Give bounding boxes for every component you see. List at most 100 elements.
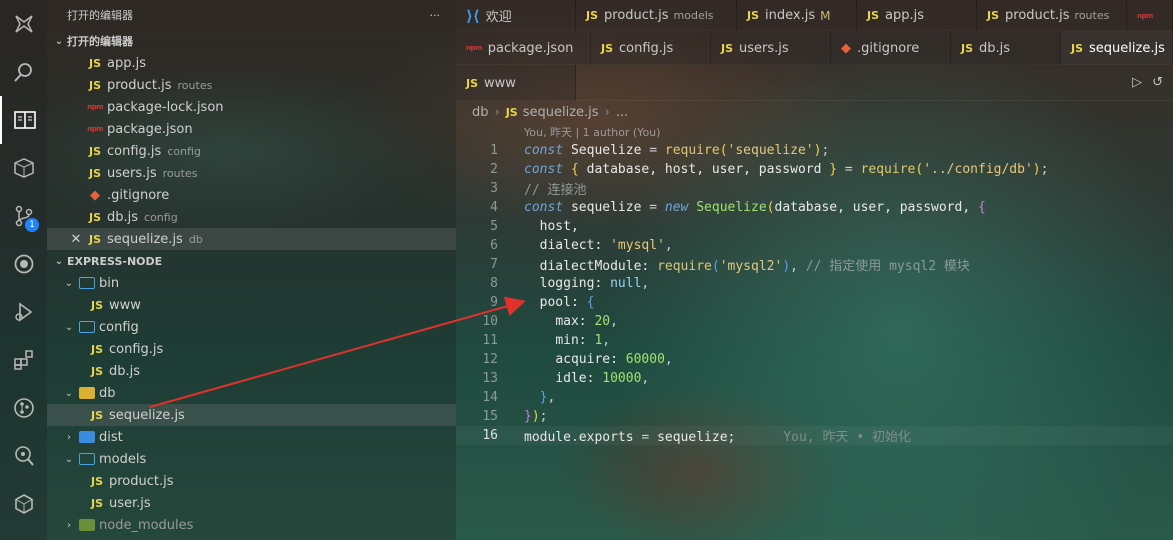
- tree-file-config-js[interactable]: JS config.js: [47, 338, 456, 360]
- keyword: const: [524, 143, 564, 158]
- js-file-icon: JS: [90, 342, 103, 356]
- tab-gitignore[interactable]: ◆ .gitignore: [831, 31, 951, 65]
- open-editors-header[interactable]: ⌄ 打开的编辑器: [47, 30, 456, 52]
- code-editor[interactable]: 1 const Sequelize = require('sequelize');…: [456, 141, 1173, 445]
- js-file-icon: JS: [90, 298, 103, 312]
- tab-config[interactable]: JS config.js: [591, 31, 711, 65]
- code-line: 14 },: [456, 388, 1173, 407]
- js-file-icon: JS: [88, 210, 101, 224]
- tab-www[interactable]: JS www: [456, 65, 576, 101]
- run-debug-icon[interactable]: [0, 288, 47, 336]
- source-control-icon[interactable]: 1: [0, 192, 47, 240]
- js-file-icon: JS: [721, 41, 734, 55]
- tab-label: app.js: [885, 8, 925, 23]
- js-file-icon: JS: [987, 9, 1000, 22]
- search-replace-icon[interactable]: [0, 432, 47, 480]
- open-editor-item[interactable]: npm package-lock.json: [47, 96, 456, 118]
- package-icon[interactable]: [0, 144, 47, 192]
- codelens-blame[interactable]: You, 昨天 | 1 author (You): [456, 123, 1173, 141]
- history-icon[interactable]: ↺: [1152, 75, 1163, 90]
- tree-file-www[interactable]: JS www: [47, 294, 456, 316]
- tab-label: package.json: [487, 40, 574, 56]
- chevron-down-icon: ⌄: [64, 321, 74, 333]
- run-icon[interactable]: ▷: [1132, 75, 1142, 90]
- open-editor-item[interactable]: ◆ .gitignore: [47, 184, 456, 206]
- open-editor-item[interactable]: JS users.js routes: [47, 162, 456, 184]
- tree-label: db.js: [109, 363, 141, 379]
- tab-desc: routes: [1074, 9, 1110, 22]
- string: 'sequelize': [727, 143, 814, 158]
- open-editor-desc: routes: [177, 78, 213, 92]
- tab-welcome[interactable]: ⟩⟨ 欢迎: [456, 0, 576, 31]
- open-editor-desc: config: [167, 144, 201, 158]
- tree-folder-node-modules[interactable]: › node_modules: [47, 514, 456, 536]
- tab-label: www: [484, 75, 516, 91]
- tab-users[interactable]: JS users.js: [711, 31, 831, 65]
- breadcrumb-file[interactable]: sequelize.js: [523, 105, 599, 120]
- tab-index[interactable]: JS index.js M: [737, 0, 857, 31]
- breadcrumb-folder[interactable]: db: [472, 105, 489, 120]
- tree-label: product.js: [109, 473, 174, 489]
- line-number: 3: [490, 181, 498, 196]
- open-editor-label: package-lock.json: [107, 99, 224, 115]
- activity-bar: 1: [0, 0, 47, 540]
- open-editor-item[interactable]: npm package.json: [47, 118, 456, 140]
- tab-product-models[interactable]: JS product.js models: [576, 0, 737, 31]
- open-editors-title: 打开的编辑器: [67, 35, 133, 48]
- code-line-current: 16 module.exports = sequelize; You, 昨天 • 初…: [456, 426, 1173, 445]
- literal: null: [610, 276, 642, 291]
- open-editor-desc: db: [188, 232, 203, 246]
- more-actions-button[interactable]: ···: [430, 9, 441, 22]
- remote-icon[interactable]: [0, 240, 47, 288]
- tab-product-routes[interactable]: JS product.js routes: [977, 0, 1127, 31]
- open-editor-item[interactable]: JS config.js config: [47, 140, 456, 162]
- tree-folder-bin[interactable]: ⌄ bin: [47, 272, 456, 294]
- open-editor-item[interactable]: JS product.js routes: [47, 74, 456, 96]
- project-header[interactable]: ⌄ EXPRESS-NODE: [47, 250, 456, 272]
- js-file-icon: JS: [867, 9, 880, 22]
- git-graph-icon[interactable]: [0, 384, 47, 432]
- close-icon[interactable]: ✕: [67, 232, 85, 247]
- tab-package-json[interactable]: npm package.json: [456, 31, 591, 65]
- comment: // 指定使用 mysql2 模块: [805, 259, 970, 274]
- tree-file-product-js[interactable]: JS product.js: [47, 470, 456, 492]
- breadcrumb-symbol[interactable]: ...: [616, 105, 628, 120]
- tab-db[interactable]: JS db.js: [951, 31, 1061, 65]
- extensions-icon[interactable]: [0, 336, 47, 384]
- tree-file-db-js[interactable]: JS db.js: [47, 360, 456, 382]
- open-editor-item[interactable]: JS db.js config: [47, 206, 456, 228]
- line-number: 9: [490, 295, 498, 310]
- tree-folder-db[interactable]: ⌄ db: [47, 382, 456, 404]
- tab-overflow[interactable]: npm: [1127, 0, 1173, 31]
- open-editor-label: config.js: [107, 143, 162, 159]
- line-number: 5: [490, 219, 498, 234]
- code-line: 9 pool: {: [456, 293, 1173, 312]
- folder-icon: [79, 321, 95, 333]
- open-editor-item[interactable]: JS app.js: [47, 52, 456, 74]
- search-icon[interactable]: [0, 48, 47, 96]
- folder-icon: [79, 431, 95, 443]
- tree-file-user-js[interactable]: JS user.js: [47, 492, 456, 514]
- open-editor-label: .gitignore: [107, 187, 170, 203]
- tree-folder-dist[interactable]: › dist: [47, 426, 456, 448]
- property: pool:: [539, 295, 579, 310]
- tab-label: index.js: [765, 8, 816, 23]
- vscode-logo-icon[interactable]: [0, 0, 47, 48]
- modified-indicator: M: [820, 8, 831, 23]
- tab-label: 欢迎: [485, 10, 512, 25]
- tree-file-sequelize-js[interactable]: JS sequelize.js: [47, 404, 456, 426]
- open-editor-item-active[interactable]: ✕ JS sequelize.js db: [47, 228, 456, 250]
- tab-app[interactable]: JS app.js: [857, 0, 977, 31]
- chevron-down-icon: ⌄: [54, 35, 64, 47]
- tree-folder-models[interactable]: ⌄ models: [47, 448, 456, 470]
- open-editor-label: package.json: [107, 121, 193, 137]
- chevron-down-icon: ⌄: [64, 453, 74, 465]
- property: dialectModule:: [539, 259, 650, 274]
- cube-icon[interactable]: [0, 480, 47, 528]
- identifier: database, host, user, password: [586, 162, 822, 177]
- property: acquire:: [555, 352, 618, 367]
- code-line: 13 idle: 10000,: [456, 369, 1173, 388]
- explorer-icon[interactable]: [0, 96, 47, 144]
- tree-folder-config[interactable]: ⌄ config: [47, 316, 456, 338]
- tab-sequelize[interactable]: JS sequelize.js: [1061, 31, 1173, 65]
